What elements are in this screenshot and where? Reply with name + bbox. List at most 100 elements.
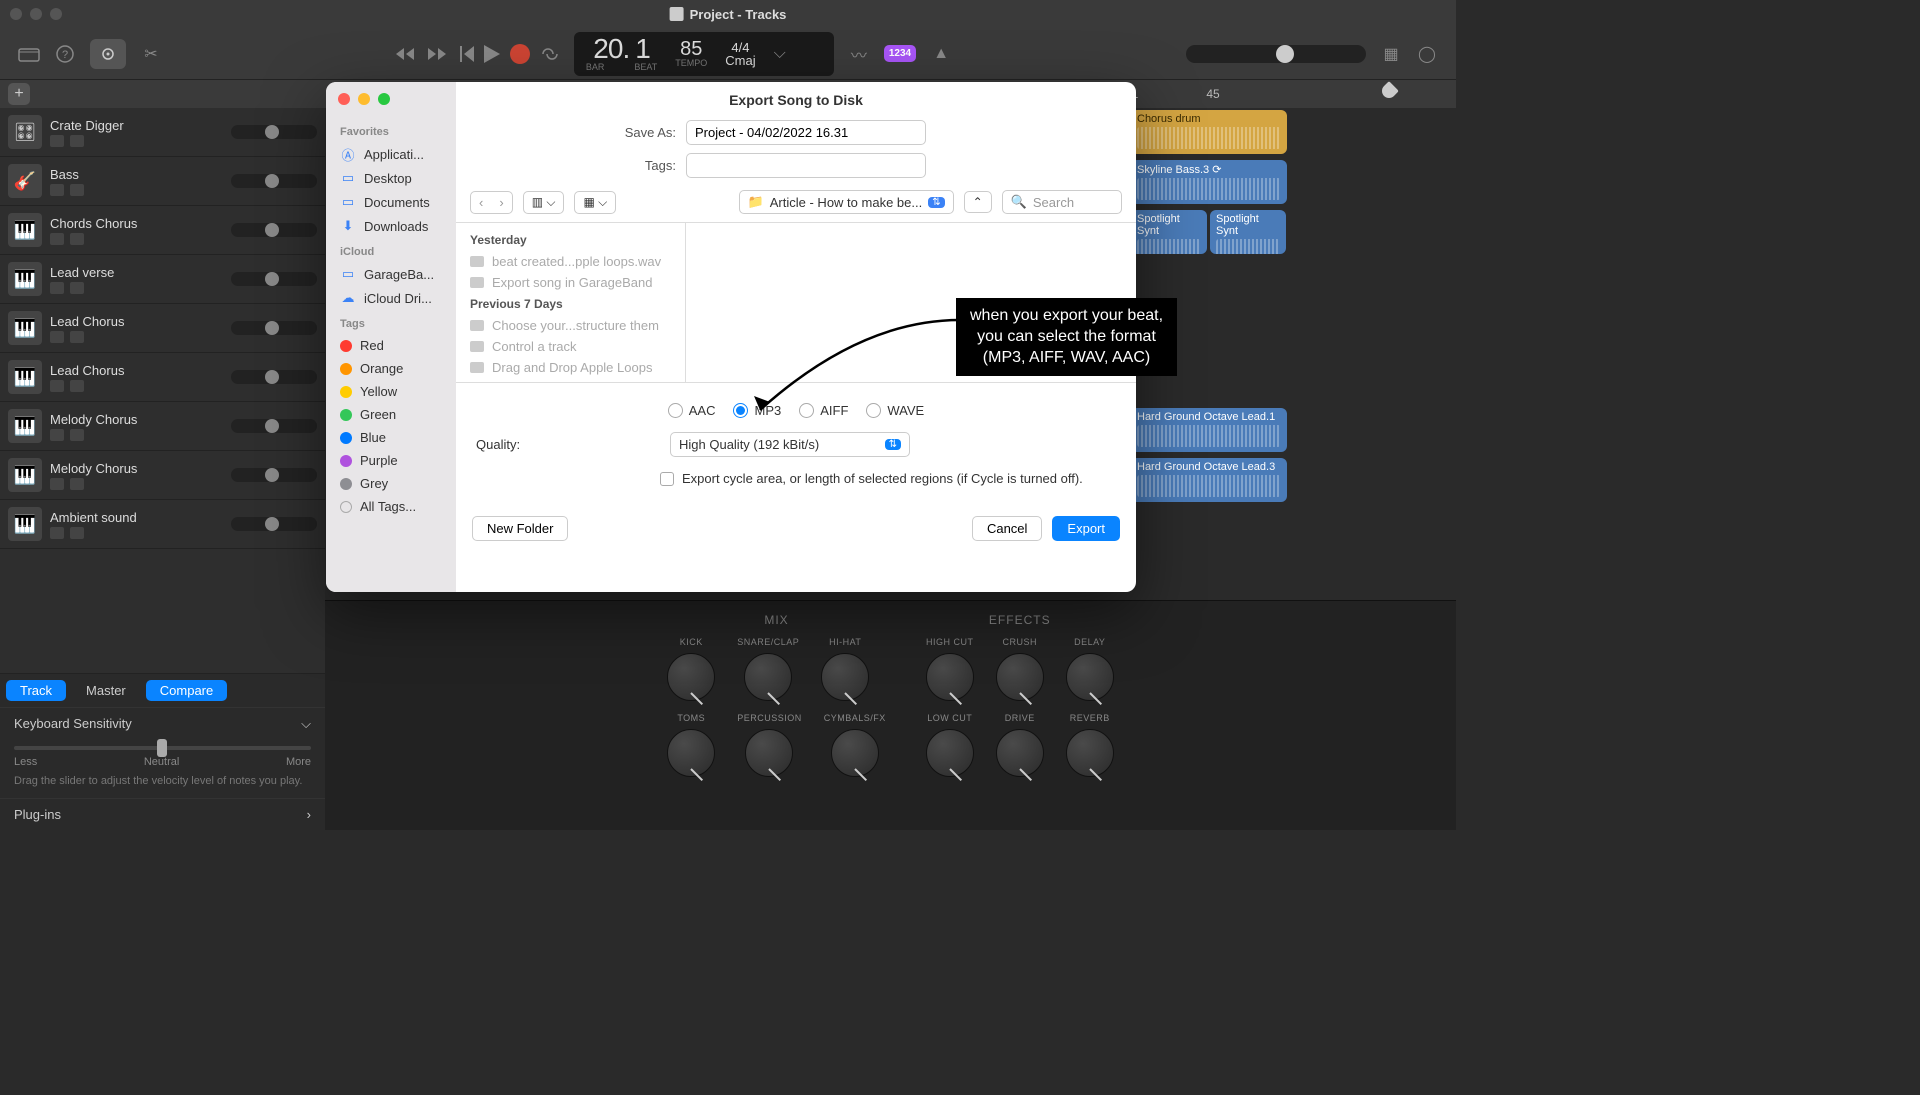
rewind-icon[interactable] (396, 46, 418, 62)
track-volume-slider[interactable] (231, 223, 317, 237)
track-row[interactable]: 🎹 Lead verse (0, 255, 325, 304)
dialog-traffic-lights[interactable] (338, 93, 390, 105)
mute-button[interactable] (50, 331, 64, 343)
knob-crush[interactable] (996, 653, 1044, 701)
track-volume-slider[interactable] (231, 125, 317, 139)
knob-kick[interactable] (667, 653, 715, 701)
close-icon[interactable] (10, 8, 22, 20)
file-item[interactable]: Drag and Drop Apple Loops (456, 357, 685, 378)
headphone-button[interactable] (70, 380, 84, 392)
minimize-icon[interactable] (358, 93, 370, 105)
tab-master[interactable]: Master (72, 680, 140, 701)
tab-track[interactable]: Track (6, 680, 66, 701)
help-icon[interactable]: ? (54, 43, 76, 65)
sidebar-tag[interactable]: Yellow (336, 380, 446, 403)
mute-button[interactable] (50, 429, 64, 441)
loop-browser-icon[interactable]: ◯ (1416, 43, 1438, 65)
track-volume-slider[interactable] (231, 517, 317, 531)
track-row[interactable]: 🎹 Lead Chorus (0, 304, 325, 353)
window-traffic-lights[interactable] (10, 8, 62, 20)
search-input[interactable]: 🔍 Search (1002, 190, 1122, 214)
close-icon[interactable] (338, 93, 350, 105)
save-as-input[interactable] (686, 120, 926, 145)
sidebar-item[interactable]: ☁iCloud Dri... (336, 286, 446, 310)
scissors-icon[interactable]: ✂ (140, 43, 162, 65)
headphone-button[interactable] (70, 184, 84, 196)
lcd-tempo[interactable]: 85 (680, 39, 702, 59)
tab-compare[interactable]: Compare (146, 680, 227, 701)
file-item[interactable]: beat created...pple loops.wav (456, 251, 685, 272)
headphone-button[interactable] (70, 478, 84, 490)
file-item[interactable]: Export song in GarageBand (456, 272, 685, 293)
track-row[interactable]: 🎹 Melody Chorus (0, 451, 325, 500)
region-hard-lead-3[interactable]: Hard Ground Octave Lead.3 (1131, 458, 1287, 502)
master-volume-slider[interactable] (1186, 45, 1366, 63)
mute-button[interactable] (50, 184, 64, 196)
location-dropdown[interactable]: 📁 Article - How to make be... ⇅ (739, 190, 954, 214)
minimize-icon[interactable] (30, 8, 42, 20)
notepad-icon[interactable]: ▦ (1380, 43, 1402, 65)
smart-controls-button[interactable] (90, 39, 126, 69)
add-track-button[interactable]: + (8, 83, 30, 105)
region-hard-lead-1[interactable]: Hard Ground Octave Lead.1 (1131, 408, 1287, 452)
track-volume-slider[interactable] (231, 468, 317, 482)
region-spotlight-2[interactable]: Spotlight Synt (1210, 210, 1286, 254)
region-spotlight-1[interactable]: Spotlight Synt (1131, 210, 1207, 254)
library-icon[interactable] (18, 43, 40, 65)
region-skyline-bass[interactable]: Skyline Bass.3 ⟳ (1131, 160, 1287, 204)
headphone-button[interactable] (70, 429, 84, 441)
play-icon[interactable] (484, 45, 500, 63)
forward-icon[interactable] (428, 46, 450, 62)
mute-button[interactable] (50, 380, 64, 392)
track-volume-slider[interactable] (231, 272, 317, 286)
lcd-time-signature[interactable]: 4/4 (731, 41, 749, 54)
mute-button[interactable] (50, 135, 64, 147)
knob-hi-hat[interactable] (821, 653, 869, 701)
headphone-button[interactable] (70, 527, 84, 539)
mute-button[interactable] (50, 282, 64, 294)
expand-button[interactable]: ⌃ (964, 191, 992, 213)
knob-delay[interactable] (1066, 653, 1114, 701)
zoom-icon[interactable] (50, 8, 62, 20)
mute-button[interactable] (50, 527, 64, 539)
track-row[interactable]: 🎸 Bass (0, 157, 325, 206)
track-row[interactable]: 🎹 Lead Chorus (0, 353, 325, 402)
go-to-start-icon[interactable] (460, 46, 474, 62)
zoom-icon[interactable] (378, 93, 390, 105)
knob-reverb[interactable] (1066, 729, 1114, 777)
sidebar-item[interactable]: ⬇Downloads (336, 214, 446, 238)
sidebar-tag[interactable]: Green (336, 403, 446, 426)
headphone-button[interactable] (70, 282, 84, 294)
track-volume-slider[interactable] (231, 174, 317, 188)
sidebar-tag[interactable]: Blue (336, 426, 446, 449)
file-item[interactable]: Control a track (456, 336, 685, 357)
sidebar-item[interactable]: ▭Desktop (336, 166, 446, 190)
track-volume-slider[interactable] (231, 321, 317, 335)
tags-input[interactable] (686, 153, 926, 178)
sidebar-tag[interactable]: Red (336, 334, 446, 357)
record-button[interactable] (510, 44, 530, 64)
cycle-checkbox[interactable] (660, 472, 674, 486)
lcd-key[interactable]: Cmaj (725, 54, 755, 67)
headphone-button[interactable] (70, 331, 84, 343)
quality-select[interactable]: High Quality (192 kBit/s) ⇅ (670, 432, 910, 457)
new-folder-button[interactable]: New Folder (472, 516, 568, 541)
knob-low-cut[interactable] (926, 729, 974, 777)
view-mode-grid[interactable]: ▦ ⌵ (574, 191, 616, 214)
sidebar-tag[interactable]: Orange (336, 357, 446, 380)
track-row[interactable]: 🎹 Chords Chorus (0, 206, 325, 255)
mute-button[interactable] (50, 233, 64, 245)
playhead-icon[interactable] (1379, 81, 1399, 101)
metronome-icon[interactable]: ▲ (930, 43, 952, 65)
count-in-badge[interactable]: 1234 (884, 45, 916, 62)
region-chorus-drum[interactable]: Chorus drum (1131, 110, 1287, 154)
sensitivity-slider[interactable] (14, 746, 311, 750)
cycle-icon[interactable] (540, 46, 560, 62)
track-volume-slider[interactable] (231, 419, 317, 433)
knob-snare-clap[interactable] (744, 653, 792, 701)
sidebar-item[interactable]: ▭Documents (336, 190, 446, 214)
cancel-button[interactable]: Cancel (972, 516, 1042, 541)
sidebar-item[interactable]: ▭GarageBa... (336, 262, 446, 286)
track-row[interactable]: 🎹 Melody Chorus (0, 402, 325, 451)
lcd-display[interactable]: 20.1 BARBEAT 85 TEMPO 4/4 Cmaj ⌵ (574, 32, 834, 76)
